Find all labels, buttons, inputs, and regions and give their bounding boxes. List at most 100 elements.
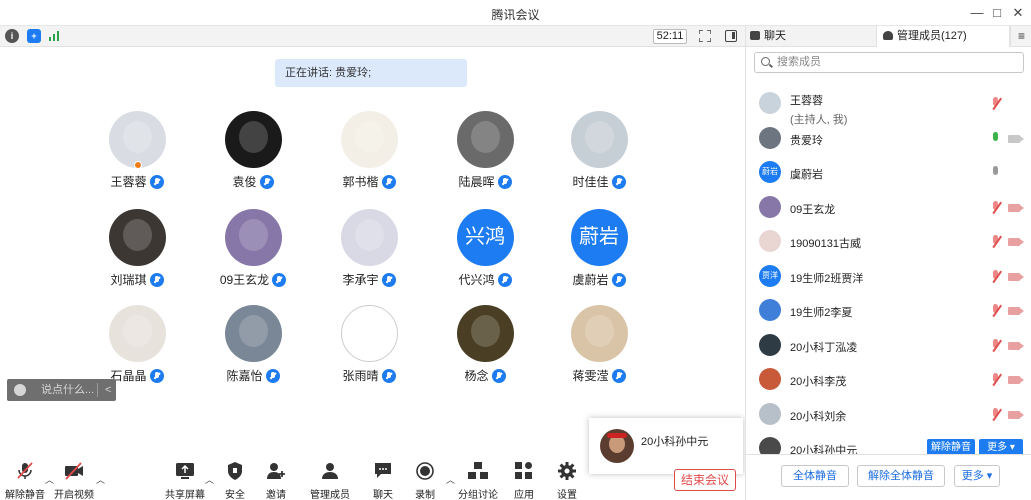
member-row[interactable]: 20小科丁泓凌 [746, 329, 1031, 363]
member-row[interactable]: 20小科李茂 [746, 363, 1031, 397]
member-row[interactable]: 贵爱玲 [746, 122, 1031, 156]
member-row[interactable]: 王蓉蓉 (主持人, 我) [746, 87, 1031, 126]
unmute-button[interactable]: 解除静音 [0, 462, 50, 500]
participant-tile[interactable]: 石晶晶 [82, 305, 192, 384]
unmute-all-button[interactable]: 解除全体静音 [857, 465, 945, 487]
participant-tile[interactable]: 杨念 [430, 305, 540, 384]
participant-tile[interactable]: 刘瑞琪 [82, 209, 192, 288]
camera-off-icon[interactable] [1008, 307, 1024, 315]
maximize-button[interactable]: □ [986, 4, 1008, 22]
camera-icon[interactable] [1008, 134, 1024, 143]
mic-on-icon[interactable] [990, 131, 1002, 146]
chat-icon [375, 463, 391, 478]
participant-name-row: 袁俊 [232, 173, 274, 190]
invite-button[interactable]: 邀请 [251, 462, 301, 500]
participant-name-row: 杨念 [464, 367, 506, 384]
member-row[interactable]: 19生师2李夏 [746, 294, 1031, 328]
shield-icon[interactable]: + [27, 29, 41, 43]
avatar: 贾洋 [759, 264, 781, 287]
share-screen-button[interactable]: 共享屏幕 [160, 462, 210, 500]
camera-off-icon[interactable] [1008, 341, 1024, 350]
meeting-window: 腾讯会议 — □ ✕ i + 52:11 正在讲话: 贵爱玲; 王蓉蓉 袁俊 郭书楷… [0, 0, 1031, 500]
breakout-rooms-icon [468, 462, 488, 479]
mic-muted-icon[interactable] [990, 200, 1002, 215]
participant-tile[interactable]: 兴鸿 代兴鸿 [430, 209, 540, 288]
title-bar: 腾讯会议 — □ ✕ [0, 0, 1031, 26]
mic-icon[interactable] [990, 166, 1002, 180]
camera-off-icon[interactable] [1008, 376, 1024, 384]
member-search-input[interactable]: 搜索成员 [754, 52, 1024, 73]
mute-all-button[interactable]: 全体静音 [781, 465, 849, 487]
settings-button[interactable]: 设置 [542, 462, 592, 500]
tab-chat[interactable]: 聊天 [746, 26, 876, 47]
record-button[interactable]: 录制 [400, 462, 450, 500]
participant-tile[interactable]: 王蓉蓉 [82, 111, 192, 190]
member-tab-icon [883, 31, 893, 40]
start-video-button[interactable]: 开启视频 [49, 462, 99, 500]
mic-muted-icon[interactable] [990, 338, 1002, 353]
member-name: 19生师2班贾洋 [790, 270, 863, 286]
tab-members[interactable]: 管理成员(127) [876, 26, 1010, 47]
participant-name-row: 李承宇 [342, 271, 396, 288]
mic-muted-icon [611, 272, 626, 287]
member-row[interactable]: 09王玄龙 [746, 191, 1031, 225]
participant-name: 蒋雯滢 [572, 369, 609, 383]
mic-muted-icon[interactable] [990, 407, 1002, 422]
start-video-label: 开启视频 [54, 490, 94, 500]
member-row[interactable]: 贾洋 19生师2班贾洋 [746, 260, 1031, 294]
minimize-button[interactable]: — [966, 4, 988, 22]
participant-name-row: 陈嘉怡 [226, 367, 280, 384]
camera-off-icon[interactable] [1008, 272, 1024, 281]
camera-off-icon [65, 462, 83, 480]
mic-muted-icon[interactable] [990, 269, 1002, 284]
avatar [456, 111, 514, 168]
participant-tile[interactable]: 蒋雯滢 [544, 305, 654, 384]
collapse-arrow-icon[interactable]: < [105, 379, 111, 401]
mic-muted-icon [497, 174, 512, 189]
mic-muted-icon[interactable] [990, 304, 1002, 318]
member-row[interactable]: 蔚岩 虞蔚岩 [746, 156, 1031, 190]
participant-tile[interactable]: 郭书楷 [314, 111, 424, 190]
manage-members-button[interactable]: 管理成员(99+) [299, 462, 361, 500]
mic-muted-icon [497, 272, 512, 287]
participant-tile[interactable]: 蔚岩 虞蔚岩 [544, 209, 654, 288]
participant-tile[interactable]: 09王玄龙 [198, 209, 308, 288]
share-screen-label: 共享屏幕 [165, 490, 205, 500]
participant-tile[interactable]: 张雨晴 [314, 305, 424, 384]
emoji-icon[interactable] [14, 384, 26, 396]
avatar [759, 333, 781, 356]
member-row[interactable]: 19090131古威 [746, 225, 1031, 259]
video-options-caret[interactable]: ︿ [96, 473, 105, 486]
participant-tile[interactable]: 李承宇 [314, 209, 424, 288]
participant-tile[interactable]: 陈嘉怡 [198, 305, 308, 384]
mic-muted-icon[interactable] [990, 373, 1002, 387]
participant-tile[interactable]: 时佳佳 [544, 111, 654, 190]
invite-user-icon [267, 463, 285, 479]
members-icon [322, 463, 338, 479]
fullscreen-icon[interactable] [699, 30, 711, 42]
avatar [759, 368, 781, 390]
manage-members-label: 管理成员(99+) [310, 490, 350, 500]
panel-menu-button[interactable]: ≡ [1010, 26, 1031, 47]
camera-off-icon[interactable] [1008, 410, 1024, 419]
close-button[interactable]: ✕ [1007, 4, 1029, 22]
chat-input-placeholder: 说点什么... [41, 384, 95, 396]
settings-label: 设置 [557, 490, 577, 500]
mic-muted-icon[interactable] [990, 97, 1002, 111]
participant-tile[interactable]: 袁俊 [198, 111, 308, 190]
meeting-status-bar: i + 52:11 [0, 26, 745, 47]
mic-muted-icon[interactable] [990, 235, 1002, 249]
breakout-rooms-button[interactable]: 分组讨论 [453, 462, 503, 500]
signal-icon[interactable] [49, 31, 61, 41]
avatar: 蔚岩 [759, 161, 781, 183]
more-options-button[interactable]: 更多 ▾ [954, 465, 1000, 487]
participant-name: 陈嘉怡 [226, 369, 263, 383]
camera-off-icon[interactable] [1008, 203, 1024, 212]
chat-quick-input[interactable]: 说点什么... < [7, 379, 116, 401]
camera-off-icon[interactable] [1008, 238, 1024, 246]
participant-tile[interactable]: 陆晨晖 [430, 111, 540, 190]
info-icon[interactable]: i [5, 29, 19, 43]
layout-toggle-icon[interactable] [725, 30, 737, 42]
participant-name: 刘瑞琪 [110, 273, 147, 287]
member-row[interactable]: 20小科刘余 [746, 398, 1031, 432]
